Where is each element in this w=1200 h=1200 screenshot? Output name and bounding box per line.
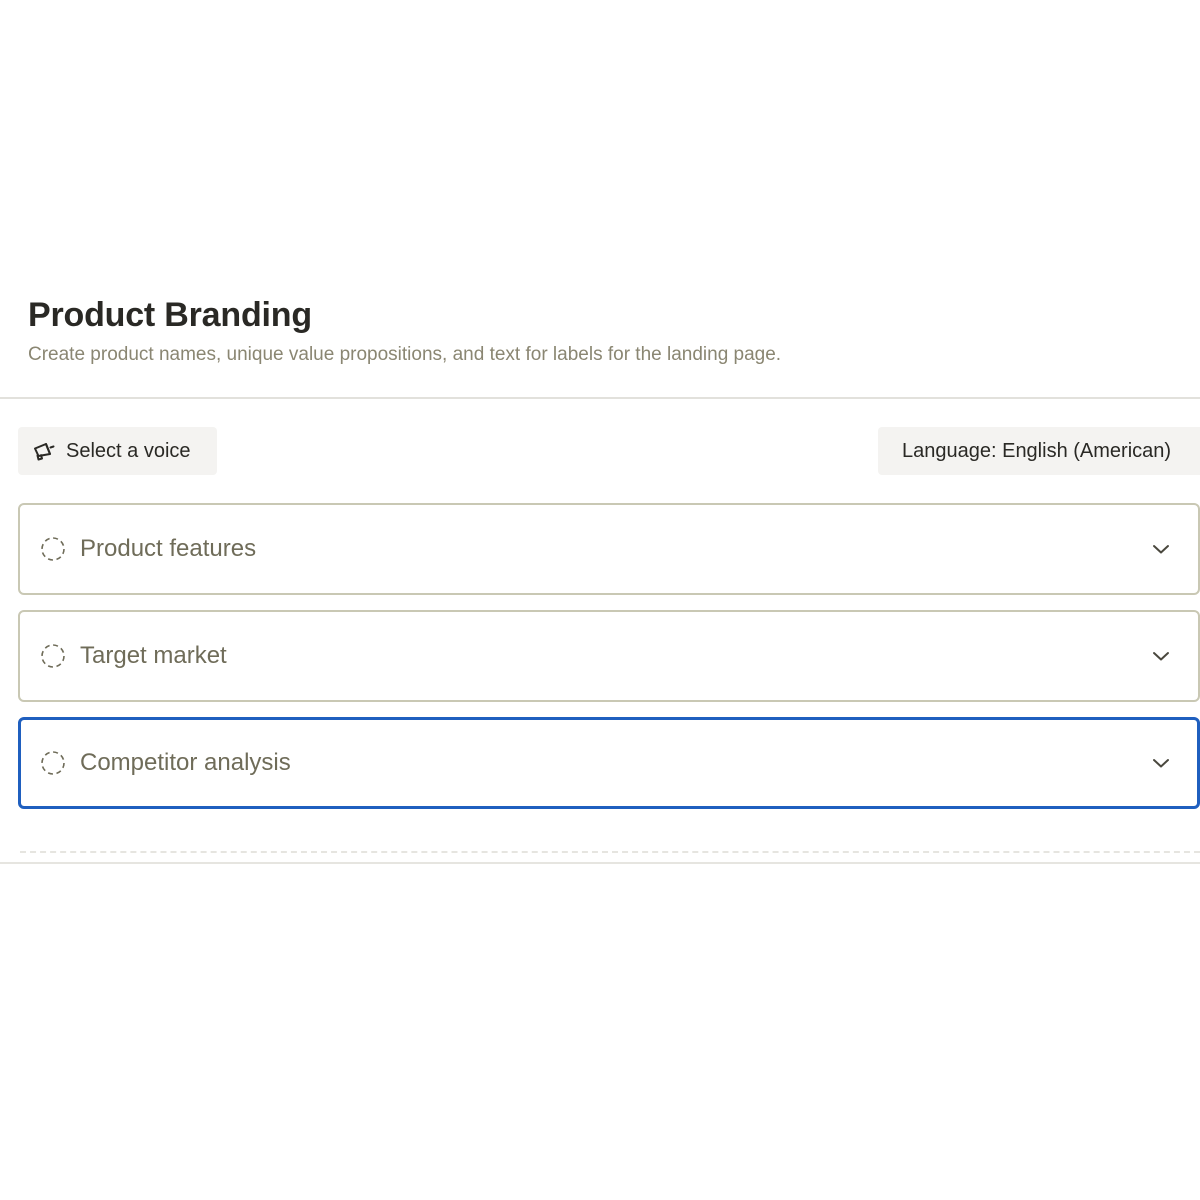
dashed-circle-icon bbox=[40, 643, 66, 669]
dashed-circle-icon bbox=[40, 750, 66, 776]
dashed-circle-icon bbox=[40, 536, 66, 562]
select-voice-button[interactable]: Select a voice bbox=[18, 427, 217, 475]
language-selector[interactable]: Language: English (American) bbox=[878, 427, 1200, 475]
footer-divider bbox=[0, 862, 1200, 864]
section-label: Target market bbox=[80, 642, 227, 669]
toolbar: Select a voice Language: English (Americ… bbox=[18, 427, 1200, 475]
page-subtitle: Create product names, unique value propo… bbox=[28, 344, 782, 365]
section-label: Competitor analysis bbox=[80, 749, 291, 776]
chevron-down-icon[interactable] bbox=[1150, 538, 1172, 560]
section-label: Product features bbox=[80, 535, 257, 562]
page-title: Product Branding bbox=[28, 296, 312, 334]
megaphone-icon bbox=[32, 439, 56, 463]
header-divider bbox=[0, 397, 1200, 399]
dashed-divider bbox=[20, 851, 1200, 853]
select-voice-label: Select a voice bbox=[66, 439, 191, 462]
page-header: Product Branding Create product names, u… bbox=[28, 294, 1200, 367]
section-target-market[interactable]: Target market bbox=[18, 610, 1200, 702]
section-competitor-analysis[interactable]: Competitor analysis bbox=[18, 717, 1200, 809]
chevron-down-icon[interactable] bbox=[1150, 645, 1172, 667]
chevron-down-icon[interactable] bbox=[1150, 752, 1172, 774]
section-product-features[interactable]: Product features bbox=[18, 503, 1200, 595]
